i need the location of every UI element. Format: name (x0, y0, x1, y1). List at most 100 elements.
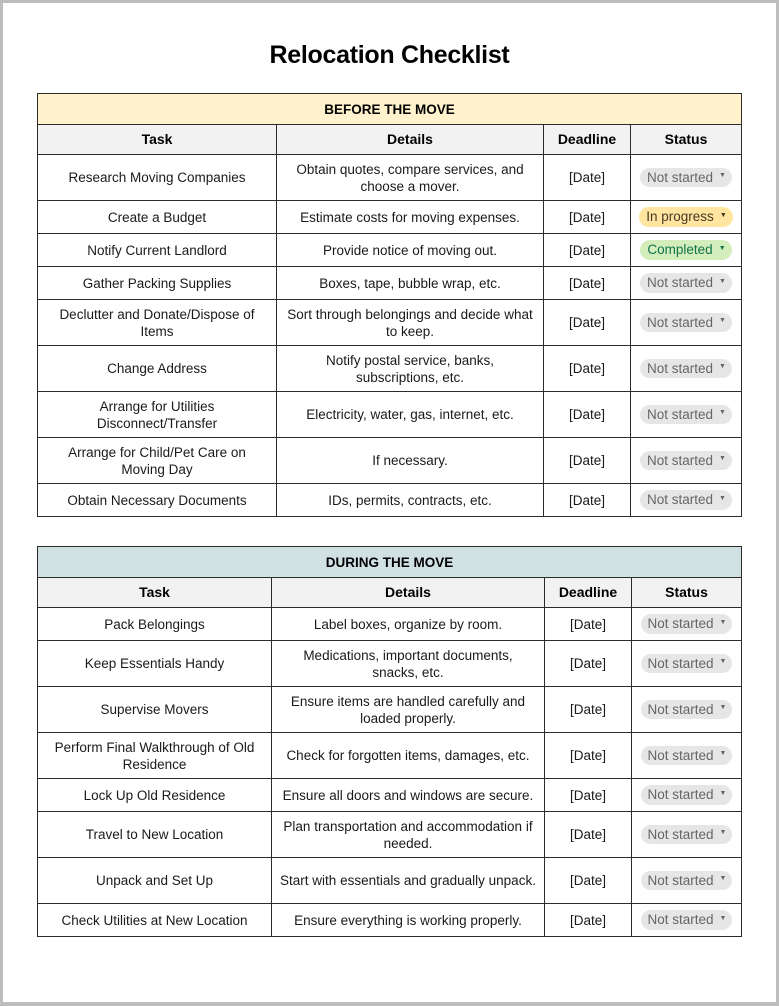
status-dropdown[interactable]: Completed ▼ (640, 240, 732, 260)
status-label: Not started (647, 872, 714, 888)
table-row: Travel to New Location Plan transportatio… (37, 811, 743, 858)
chevron-down-icon: ▼ (719, 658, 727, 666)
status-dropdown[interactable]: Not started ▼ (640, 273, 732, 293)
task-cell: Declutter and Donate/Dispose of Items (37, 299, 277, 346)
status-dropdown[interactable]: Not started ▼ (640, 358, 732, 379)
deadline-cell: [Date] (544, 607, 632, 641)
status-dropdown[interactable]: Not started ▼ (640, 785, 733, 805)
table-row: Notify Current Landlord Provide notice of… (37, 233, 743, 267)
status-cell: Not started ▼ (630, 811, 743, 858)
column-header-task: Task (37, 577, 272, 608)
column-header-details: Details (271, 577, 545, 608)
status-cell: Not started ▼ (630, 607, 743, 641)
status-cell: Not started ▼ (629, 437, 743, 484)
task-cell: Arrange for Child/Pet Care on Moving Day (37, 437, 277, 484)
deadline-cell: [Date] (543, 483, 631, 517)
chevron-down-icon: ▼ (719, 829, 727, 837)
chevron-down-icon: ▼ (719, 455, 726, 463)
status-cell: Not started ▼ (630, 686, 743, 733)
status-label: Not started (647, 616, 714, 632)
column-header-deadline: Deadline (544, 577, 632, 608)
status-dropdown[interactable]: Not started ▼ (640, 745, 733, 766)
status-dropdown[interactable]: Not started ▼ (640, 614, 733, 634)
chevron-down-icon: ▼ (719, 789, 727, 797)
status-cell: Not started ▼ (629, 391, 743, 438)
details-cell: Notify postal service, banks, subscripti… (276, 345, 544, 392)
deadline-cell: [Date] (543, 233, 631, 267)
status-cell: Not started ▼ (630, 903, 743, 937)
status-dropdown[interactable]: Not started ▼ (640, 167, 732, 188)
deadline-cell: [Date] (544, 640, 632, 687)
task-cell: Change Address (37, 345, 277, 392)
status-label: Not started (647, 826, 714, 842)
status-dropdown[interactable]: Not started ▼ (640, 824, 733, 845)
table-row: Arrange for Child/Pet Care on Moving Day… (37, 437, 743, 484)
status-cell: Not started ▼ (630, 778, 743, 812)
status-label: Not started (647, 787, 714, 803)
status-dropdown[interactable]: Not started ▼ (640, 870, 733, 891)
details-cell: Boxes, tape, bubble wrap, etc. (276, 266, 544, 300)
details-cell: Sort through belongings and decide what … (276, 299, 544, 346)
table-row: Research Moving Companies Obtain quotes, … (37, 154, 743, 201)
task-cell: Perform Final Walkthrough of Old Residen… (37, 732, 272, 779)
chevron-down-icon: ▼ (719, 494, 726, 502)
status-dropdown[interactable]: Not started ▼ (640, 450, 732, 471)
details-cell: Provide notice of moving out. (276, 233, 544, 267)
status-dropdown[interactable]: Not started ▼ (640, 699, 733, 720)
status-label: Not started (647, 169, 714, 185)
status-label: Not started (647, 452, 714, 468)
details-cell: Ensure all doors and windows are secure. (271, 778, 545, 812)
status-dropdown[interactable]: In progress ▼ (639, 207, 733, 227)
status-label: Not started (647, 360, 714, 376)
table-row: Pack Belongings Label boxes, organize by … (37, 607, 743, 641)
deadline-cell: [Date] (544, 778, 632, 812)
status-cell: Not started ▼ (630, 857, 743, 904)
status-label: Completed (647, 242, 713, 258)
status-cell: Not started ▼ (629, 483, 743, 517)
deadline-cell: [Date] (543, 200, 631, 234)
chevron-down-icon: ▼ (719, 277, 726, 285)
column-header-details: Details (276, 124, 544, 155)
table-row: Check Utilities at New Location Ensure ev… (37, 903, 743, 937)
deadline-cell: [Date] (544, 686, 632, 733)
deadline-cell: [Date] (544, 903, 632, 937)
chevron-down-icon: ▼ (719, 704, 727, 712)
details-cell: Plan transportation and accommodation if… (271, 811, 545, 858)
status-dropdown[interactable]: Not started ▼ (640, 910, 733, 930)
details-cell: Obtain quotes, compare services, and cho… (276, 154, 544, 201)
status-label: Not started (647, 492, 714, 508)
status-label: Not started (647, 655, 714, 671)
chevron-down-icon: ▼ (719, 363, 726, 371)
deadline-cell: [Date] (543, 391, 631, 438)
section-heading: BEFORE THE MOVE (36, 93, 743, 125)
page-title: Relocation Checklist (269, 41, 510, 69)
task-cell: Lock Up Old Residence (37, 778, 272, 812)
task-cell: Research Moving Companies (37, 154, 277, 201)
document-page: Relocation Checklist BEFORE THE MOVE Tas… (3, 3, 776, 1002)
task-cell: Keep Essentials Handy (37, 640, 272, 687)
status-dropdown[interactable]: Not started ▼ (640, 312, 732, 333)
status-cell: Not started ▼ (629, 345, 743, 392)
status-dropdown[interactable]: Not started ▼ (640, 653, 733, 674)
table-row: Arrange for Utilities Disconnect/Transfe… (37, 391, 743, 438)
deadline-cell: [Date] (544, 811, 632, 858)
during-the-move-table: DURING THE MOVE Task Details Deadline St… (36, 546, 743, 937)
status-label: In progress (646, 209, 714, 225)
deadline-cell: [Date] (544, 857, 632, 904)
task-cell: Pack Belongings (37, 607, 272, 641)
chevron-down-icon: ▼ (719, 172, 726, 180)
chevron-down-icon: ▼ (719, 317, 726, 325)
table-row: Gather Packing Supplies Boxes, tape, bubb… (37, 266, 743, 300)
task-cell: Create a Budget (37, 200, 277, 234)
deadline-cell: [Date] (543, 345, 631, 392)
status-dropdown[interactable]: Not started ▼ (640, 404, 732, 425)
status-cell: In progress ▼ (629, 200, 743, 234)
status-dropdown[interactable]: Not started ▼ (640, 490, 732, 510)
task-cell: Arrange for Utilities Disconnect/Transfe… (37, 391, 277, 438)
status-cell: Not started ▼ (630, 640, 743, 687)
table-row: Unpack and Set Up Start with essentials a… (37, 857, 743, 904)
details-cell: Start with essentials and gradually unpa… (271, 857, 545, 904)
table-row: Keep Essentials Handy Medications, import… (37, 640, 743, 687)
section-heading: DURING THE MOVE (36, 546, 743, 578)
task-cell: Obtain Necessary Documents (37, 483, 277, 517)
